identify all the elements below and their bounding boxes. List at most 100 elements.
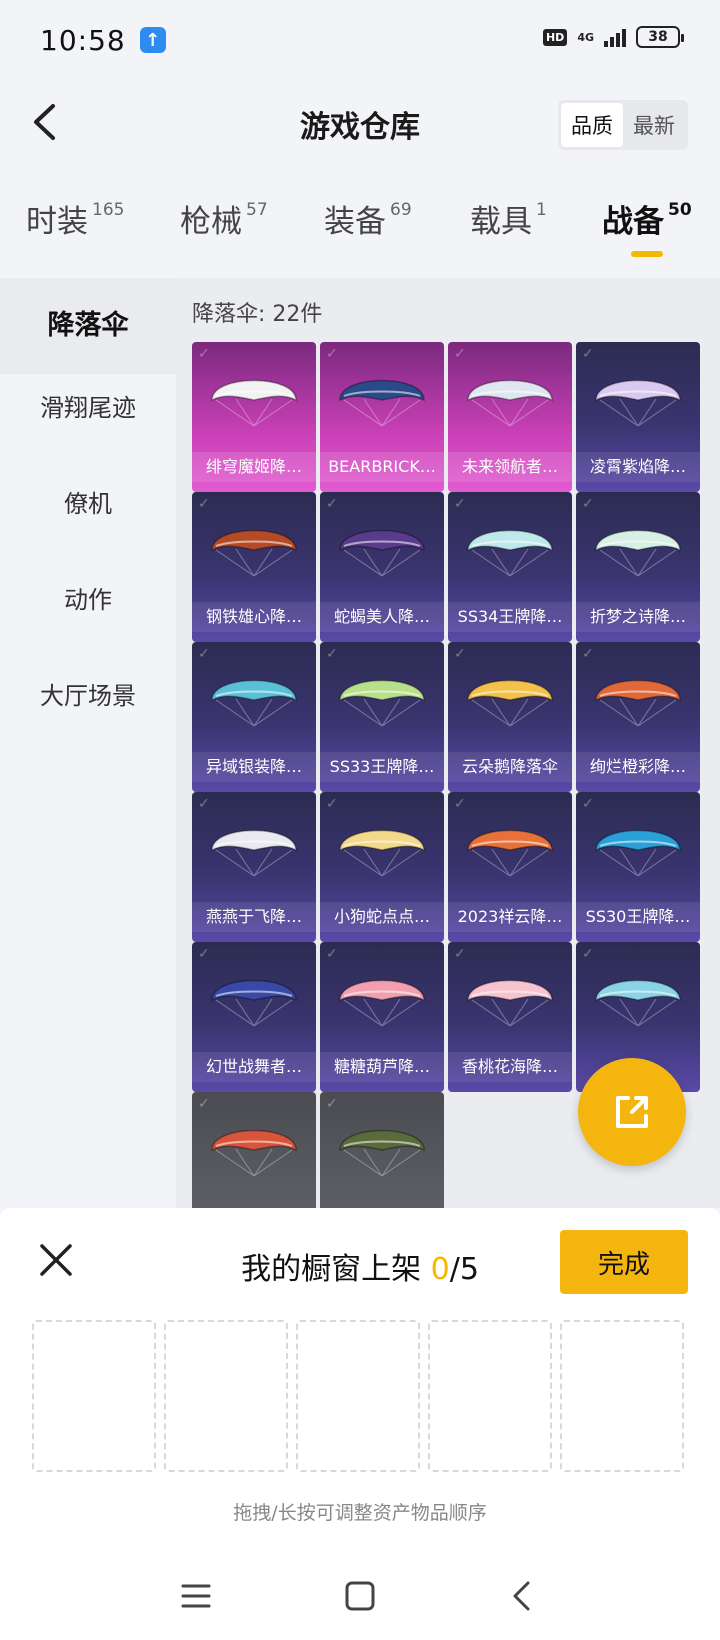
item-name: SS30王牌降… [576, 902, 700, 932]
tab-count: 50 [668, 200, 692, 220]
menu-icon [181, 1584, 211, 1608]
parachute-icon [595, 979, 681, 1027]
item-name: 绚烂橙彩降… [576, 752, 700, 782]
item-card[interactable]: ✓ 小狗蛇点点… [320, 792, 444, 942]
sidebar-item-glide-trail[interactable]: 滑翔尾迹 [0, 378, 176, 438]
tab-vehicles[interactable]: 载具 1 [470, 196, 547, 241]
reorder-hint: 拖拽/长按可调整资产物品顺序 [233, 1502, 487, 1524]
parachute-icon [467, 379, 553, 427]
parachute-icon [595, 829, 681, 877]
parachute-icon [211, 679, 297, 727]
parachute-icon [211, 829, 297, 877]
showcase-slot[interactable] [560, 1320, 684, 1472]
item-name: 折梦之诗降… [576, 602, 700, 632]
item-name: BEARBRICK… [320, 452, 444, 482]
chevron-left-icon [513, 1581, 530, 1611]
item-name: 幻世战舞者… [192, 1052, 316, 1082]
tab-count: 1 [536, 200, 547, 220]
showcase-slot[interactable] [164, 1320, 288, 1472]
sidebar-item-emote[interactable]: 动作 [0, 570, 176, 630]
status-indicators: HD 4G 38 [542, 26, 684, 48]
item-card[interactable]: ✓ 2023祥云降… [448, 792, 572, 942]
tab-label: 枪械 [180, 204, 242, 240]
sidebar-item-wingman[interactable]: 僚机 [0, 474, 176, 534]
nav-back-button[interactable] [502, 1576, 542, 1616]
recent-apps-button[interactable] [176, 1576, 216, 1616]
tab-label: 战备 [602, 204, 664, 240]
item-card[interactable]: ✓ 燕燕于飞降… [192, 792, 316, 942]
category-tabs: 时装 165 枪械 57 装备 69 载具 1 战备 50 [0, 196, 720, 260]
item-name: 小狗蛇点点… [320, 902, 444, 932]
external-link-icon [616, 1096, 648, 1128]
home-square-icon [345, 1581, 375, 1611]
tab-fashion[interactable]: 时装 165 [26, 196, 124, 241]
sidebar-item-parachute[interactable]: 降落伞 [0, 278, 176, 374]
tab-guns[interactable]: 枪械 57 [180, 196, 268, 241]
parachute-icon [595, 679, 681, 727]
parachute-icon [339, 529, 425, 577]
item-card[interactable]: ✓ BEARBRICK… [320, 342, 444, 492]
parachute-icon [211, 529, 297, 577]
signal-icon [604, 27, 626, 47]
sort-toggle: 品质 最新 [558, 100, 688, 150]
item-name: 异域银装降… [192, 752, 316, 782]
showcase-slot[interactable] [32, 1320, 156, 1472]
tab-label: 装备 [324, 204, 386, 240]
done-button[interactable]: 完成 [560, 1230, 688, 1294]
parachute-icon [467, 529, 553, 577]
network-type: 4G [577, 30, 594, 44]
item-card[interactable]: ✓ SS33王牌降… [320, 642, 444, 792]
parachute-icon [211, 1129, 297, 1177]
item-card[interactable]: ✓ SS34王牌降… [448, 492, 572, 642]
item-card[interactable]: ✓ 云朵鹅降落伞 [448, 642, 572, 792]
item-card[interactable]: ✓ 绯穹魔姬降… [192, 342, 316, 492]
item-card[interactable]: ✓ 凌霄紫焰降… [576, 342, 700, 492]
sort-latest[interactable]: 最新 [623, 103, 685, 147]
sort-quality[interactable]: 品质 [561, 103, 623, 147]
item-card[interactable]: ✓ 折梦之诗降… [576, 492, 700, 642]
sidebar-item-lobby-scene[interactable]: 大厅场景 [0, 666, 176, 726]
item-name: 蛇蝎美人降… [320, 602, 444, 632]
item-card[interactable]: ✓ 幻世战舞者… [192, 942, 316, 1092]
item-name: 凌霄紫焰降… [576, 452, 700, 482]
upload-notification-icon: ↑ [139, 27, 166, 53]
item-card[interactable]: ✓ [192, 1092, 316, 1208]
item-name: 未来领航者… [448, 452, 572, 482]
item-card[interactable]: ✓ 未来领航者… [448, 342, 572, 492]
item-card[interactable]: ✓ 绚烂橙彩降… [576, 642, 700, 792]
status-bar: 10:58 ↑ HD 4G 38 [0, 0, 720, 80]
parachute-icon [339, 1129, 425, 1177]
battery-icon: 38 [636, 26, 684, 48]
hd-badge: HD [542, 28, 568, 46]
showcase-count: 0 [430, 1252, 450, 1287]
tab-gear[interactable]: 战备 50 [602, 196, 692, 241]
parachute-icon [339, 829, 425, 877]
tab-count: 57 [246, 200, 268, 220]
item-name: 燕燕于飞降… [192, 902, 316, 932]
tab-equipment[interactable]: 装备 69 [324, 196, 412, 241]
item-name: 糖糖葫芦降… [320, 1052, 444, 1082]
item-card[interactable]: ✓ 异域银装降… [192, 642, 316, 792]
item-card[interactable]: ✓ 蛇蝎美人降… [320, 492, 444, 642]
showcase-slot[interactable] [296, 1320, 420, 1472]
parachute-icon [339, 679, 425, 727]
item-card[interactable]: ✓ 糖糖葫芦降… [320, 942, 444, 1092]
showcase-title-text: 我的橱窗上架 [241, 1252, 431, 1287]
showcase-slot[interactable] [428, 1320, 552, 1472]
item-card[interactable]: ✓ 钢铁雄心降… [192, 492, 316, 642]
parachute-icon [467, 979, 553, 1027]
item-card[interactable]: ✓ 香桃花海降… [448, 942, 572, 1092]
home-button[interactable] [340, 1576, 380, 1616]
item-card[interactable]: ✓ SS30王牌降… [576, 792, 700, 942]
parachute-icon [339, 979, 425, 1027]
item-name: 钢铁雄心降… [192, 602, 316, 632]
item-name: 2023祥云降… [448, 902, 572, 932]
share-button[interactable] [578, 1058, 686, 1166]
active-tab-indicator [631, 251, 663, 257]
tab-label: 载具 [470, 204, 532, 240]
item-name: 云朵鹅降落伞 [448, 752, 572, 782]
tab-label: 时装 [26, 204, 88, 240]
item-card[interactable]: ✓ [320, 1092, 444, 1208]
parachute-icon [339, 379, 425, 427]
item-count-label: 降落伞: 22件 [192, 302, 323, 327]
